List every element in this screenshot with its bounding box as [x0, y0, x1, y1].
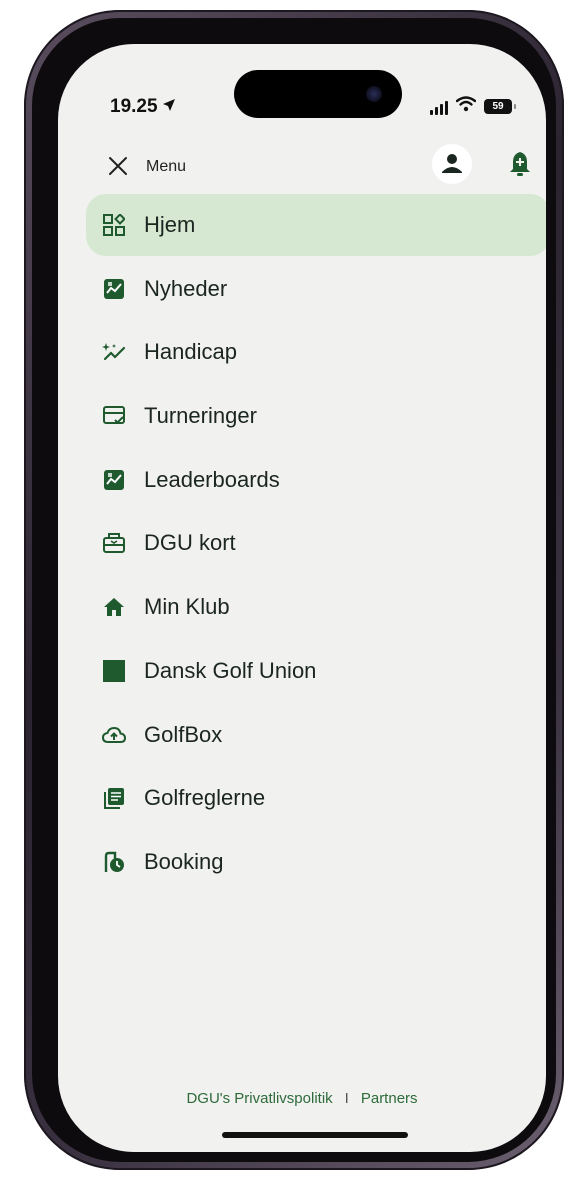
nav-item-label: GolfBox: [144, 721, 223, 747]
battery-icon: 59: [484, 99, 516, 114]
cellular-signal-icon: [430, 99, 448, 115]
sparkle-chart-icon: [102, 340, 126, 364]
location-arrow-icon: [162, 98, 176, 117]
card-icon: [102, 531, 126, 555]
nav-item-dansk-golf-union[interactable]: Dansk Golf Union: [86, 640, 546, 702]
notifications-button[interactable]: [504, 148, 536, 180]
status-time-text: 19.25: [110, 96, 158, 117]
nav-item-label: Booking: [144, 848, 224, 874]
nav-item-handicap[interactable]: Handicap: [86, 321, 546, 383]
menu-header: Menu: [102, 144, 530, 188]
screen: 19.25 59 Menu Hjem Nyheder Handicap Turn…: [58, 44, 546, 1152]
nav-item-label: Min Klub: [144, 594, 230, 620]
partners-link[interactable]: Partners: [361, 1090, 418, 1107]
phone-frame: 19.25 59 Menu Hjem Nyheder Handicap Turn…: [24, 10, 564, 1170]
close-icon: [109, 157, 127, 175]
booking-clock-icon: [102, 850, 126, 874]
nav-item-turneringer[interactable]: Turneringer: [86, 385, 546, 447]
nav-item-nyheder[interactable]: Nyheder: [86, 258, 546, 320]
camera-icon: [366, 86, 382, 102]
rulebook-icon: [102, 786, 126, 810]
footer-separator: I: [344, 1090, 349, 1107]
close-menu-button[interactable]: [102, 150, 134, 182]
phone-bezel: 19.25 59 Menu Hjem Nyheder Handicap Turn…: [32, 18, 556, 1162]
wifi-icon: [455, 96, 477, 117]
nav-item-label: Hjem: [144, 212, 196, 237]
home-icon: [102, 595, 126, 619]
nav-item-label: Dansk Golf Union: [144, 657, 317, 683]
home-indicator[interactable]: [222, 1132, 408, 1138]
nav-item-label: Golfreglerne: [144, 785, 266, 811]
nav-item-label: Turneringer: [144, 403, 257, 429]
status-time: 19.25: [110, 96, 176, 118]
person-icon: [442, 154, 462, 173]
nav-item-label: DGU kort: [144, 530, 236, 556]
nav-item-min-klub[interactable]: Min Klub: [86, 576, 546, 638]
footer-links: DGU's Privatlivspolitik I Partners: [58, 1090, 546, 1107]
nav-item-leaderboards[interactable]: Leaderboards: [86, 449, 546, 511]
tournament-icon: [102, 404, 126, 428]
nav-item-dgu-kort[interactable]: DGU kort: [86, 512, 546, 574]
status-indicators: 59: [430, 96, 516, 117]
nav-item-booking[interactable]: Booking: [86, 831, 546, 893]
privacy-policy-link[interactable]: DGU's Privatlivspolitik: [186, 1090, 332, 1107]
news-icon: [102, 277, 126, 301]
bell-plus-icon: [510, 152, 530, 176]
battery-level: 59: [492, 101, 504, 112]
nav-item-hjem[interactable]: Hjem: [86, 194, 546, 256]
nav-item-label: Nyheder: [144, 275, 228, 301]
menu-title: Menu: [146, 158, 187, 175]
nav-menu: Hjem Nyheder Handicap Turneringer Leader…: [86, 194, 546, 895]
cloud-upload-icon: [102, 723, 126, 747]
dynamic-island: [234, 70, 402, 118]
nav-item-golfreglerne[interactable]: Golfreglerne: [86, 767, 546, 829]
leaderboard-icon: [102, 468, 126, 492]
square-icon: [102, 659, 126, 683]
dashboard-icon: [102, 213, 126, 237]
nav-item-label: Leaderboards: [144, 466, 280, 492]
nav-item-label: Handicap: [144, 339, 237, 365]
nav-item-golfbox[interactable]: GolfBox: [86, 704, 546, 766]
profile-button[interactable]: [432, 144, 472, 184]
